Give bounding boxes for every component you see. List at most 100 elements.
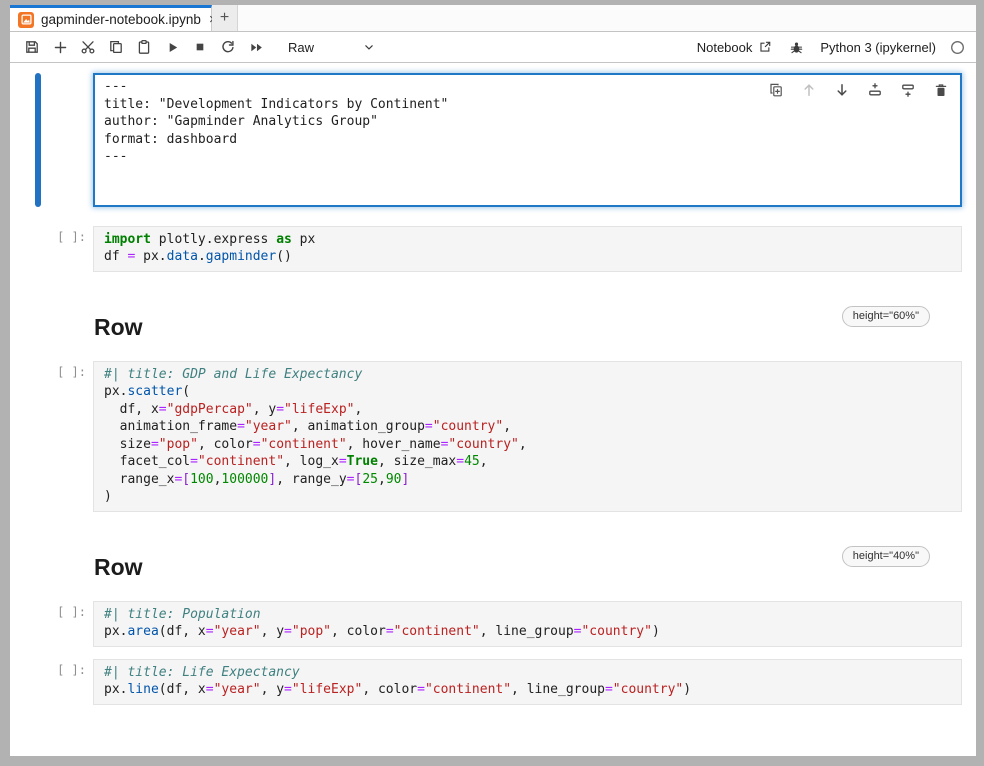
copy-cells-button[interactable] (102, 34, 130, 60)
token-op: = (339, 454, 347, 469)
token-pl: , color (331, 624, 386, 639)
token-pl: px. (135, 249, 166, 264)
toolbar-right-group: Notebook Python 3 (ipykernel) (697, 34, 965, 60)
token-brk: [ (182, 472, 190, 487)
token-pl: , (354, 402, 362, 417)
token-pl: , animation_group (292, 419, 425, 434)
tab-title: gapminder-notebook.ipynb (41, 12, 201, 27)
code-line: px.line(df, x="year", y="lifeExp", color… (104, 681, 953, 699)
token-op: = (425, 419, 433, 434)
chevron-down-icon (362, 40, 376, 54)
plus-icon (53, 40, 68, 55)
token-pl: --- (104, 149, 127, 164)
external-link-icon (758, 40, 772, 54)
row-heading: Row (93, 546, 143, 581)
token-op: = (190, 454, 198, 469)
token-op: = (253, 437, 261, 452)
token-op: = (347, 472, 355, 487)
code-line: import plotly.express as px (104, 231, 953, 249)
token-str: "continent" (198, 454, 284, 469)
token-pl: ) (683, 682, 691, 697)
token-pl: --- (104, 79, 127, 94)
paste-cells-button[interactable] (130, 34, 158, 60)
token-cmt: #| title: Population (104, 607, 261, 622)
insert-cell-button[interactable] (46, 34, 74, 60)
token-pl: , hover_name (347, 437, 441, 452)
code-line: size="pop", color="continent", hover_nam… (104, 436, 953, 454)
token-pl: , y (253, 402, 276, 417)
notebook-tab[interactable]: gapminder-notebook.ipynb × (10, 5, 212, 31)
debugger-button[interactable] (786, 34, 806, 60)
cell-editor[interactable]: #| title: Life Expectancypx.line(df, x="… (93, 659, 962, 705)
cell-type-select[interactable]: Raw (288, 40, 376, 55)
restart-kernel-button[interactable] (214, 34, 242, 60)
token-pl: range_x (104, 472, 174, 487)
token-prop: area (127, 624, 158, 639)
token-str: "country" (613, 682, 683, 697)
token-num: 100 (190, 472, 213, 487)
cell-type-value: Raw (288, 40, 314, 55)
paste-icon (136, 39, 152, 55)
save-button[interactable] (18, 34, 46, 60)
token-str: "country" (433, 419, 503, 434)
kernel-status-icon[interactable] (950, 40, 965, 55)
duplicate-cell-button[interactable] (768, 82, 784, 98)
cell-prompt: [ ]: (41, 601, 93, 647)
token-pl: , log_x (284, 454, 339, 469)
notebook-glyph (21, 14, 32, 25)
token-kw: True (347, 454, 378, 469)
new-tab-button[interactable]: + (212, 5, 238, 31)
cell-editor[interactable]: #| title: Populationpx.area(df, x="year"… (93, 601, 962, 647)
token-pl: px. (104, 682, 127, 697)
kernel-name[interactable]: Python 3 (ipykernel) (820, 40, 936, 55)
token-pl: ) (104, 489, 112, 504)
token-pl: , line_group (480, 624, 574, 639)
code-line: author: "Gapminder Analytics Group" (104, 113, 952, 131)
move-cell-up-button[interactable] (801, 82, 817, 98)
token-pl: , range_y (276, 472, 346, 487)
token-pl: px. (104, 384, 127, 399)
token-pl: facet_col (104, 454, 190, 469)
token-str: "continent" (261, 437, 347, 452)
code-line: facet_col="continent", log_x=True, size_… (104, 453, 953, 471)
cell-editor[interactable]: import plotly.express as pxdf = px.data.… (93, 226, 962, 272)
code-line: px.scatter( (104, 383, 953, 401)
token-cmt: #| title: Life Expectancy (104, 665, 300, 680)
code-line: px.area(df, x="year", y="pop", color="co… (104, 623, 953, 641)
token-num: 25 (362, 472, 378, 487)
cell-editor[interactable]: #| title: GDP and Life Expectancypx.scat… (93, 361, 962, 512)
token-op: = (284, 624, 292, 639)
token-str: "lifeExp" (292, 682, 362, 697)
restart-run-all-button[interactable] (242, 34, 270, 60)
token-pl: px. (104, 624, 127, 639)
cell-editor[interactable]: ---title: "Development Indicators by Con… (93, 73, 962, 207)
token-prop: gapminder (206, 249, 276, 264)
delete-cell-button[interactable] (933, 82, 949, 98)
cell-prompt: [ ]: (41, 659, 93, 705)
token-brk: ] (401, 472, 409, 487)
insert-cell-below-button[interactable] (900, 82, 916, 98)
move-cell-down-button[interactable] (834, 82, 850, 98)
run-cell-button[interactable] (158, 34, 186, 60)
bug-icon (789, 40, 804, 55)
token-pl: , y (261, 624, 284, 639)
code-line: #| title: Life Expectancy (104, 664, 953, 682)
token-pl: (df, x (159, 624, 206, 639)
token-pl: px (292, 232, 315, 247)
restart-icon (220, 39, 236, 55)
token-pl: , line_group (511, 682, 605, 697)
tab-bar: gapminder-notebook.ipynb × + (10, 5, 976, 32)
markdown-heading-row: Rowheight="60%" (35, 306, 962, 341)
token-cmt: #| title: GDP and Life Expectancy (104, 367, 362, 382)
code-line: --- (104, 148, 952, 166)
notebook-file-icon (18, 12, 34, 28)
token-op: = (605, 682, 613, 697)
raw-cell: ---title: "Development Indicators by Con… (35, 73, 962, 207)
cut-cells-button[interactable] (74, 34, 102, 60)
notebook-link-label: Notebook (697, 40, 753, 55)
interrupt-kernel-button[interactable] (186, 34, 214, 60)
open-in-notebook-link[interactable]: Notebook (697, 40, 773, 55)
token-str: "continent" (425, 682, 511, 697)
token-str: "year" (214, 682, 261, 697)
insert-cell-above-button[interactable] (867, 82, 883, 98)
